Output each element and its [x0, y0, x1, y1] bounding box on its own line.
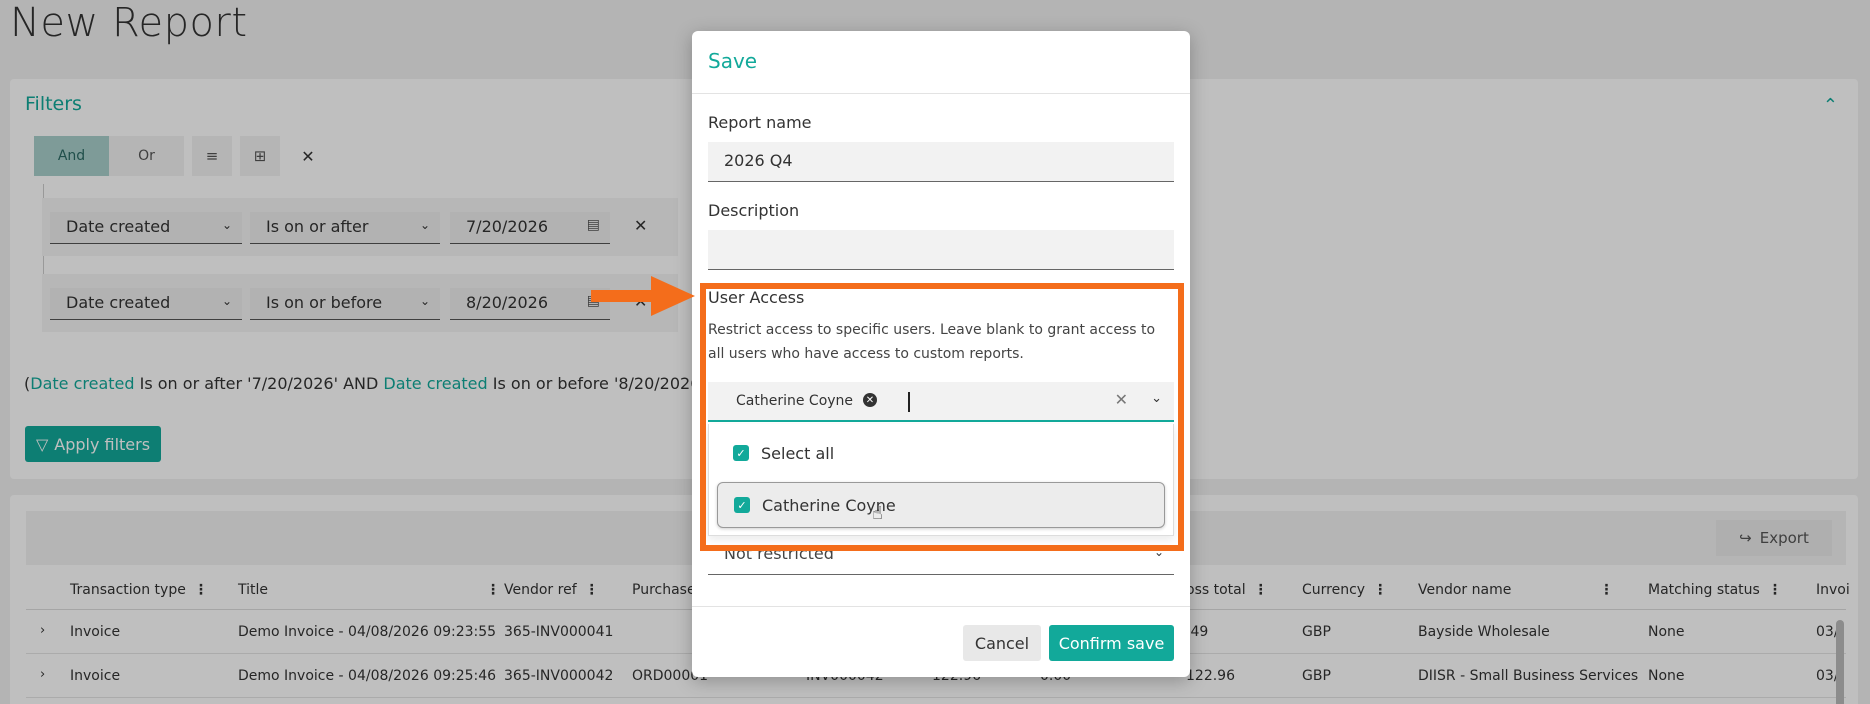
- dialog-title: Save: [692, 31, 1190, 94]
- report-name-input[interactable]: 2026 Q4: [708, 142, 1174, 182]
- dialog-footer: Cancel Confirm save: [692, 606, 1190, 677]
- annotation-highlight-box: [700, 283, 1184, 551]
- cancel-button[interactable]: Cancel: [963, 625, 1041, 661]
- arrow-head: [651, 276, 695, 316]
- description-input[interactable]: [708, 230, 1174, 270]
- description-label: Description: [708, 201, 800, 220]
- annotation-arrow-icon: [591, 276, 695, 316]
- confirm-save-button[interactable]: Confirm save: [1049, 625, 1174, 661]
- arrow-shaft: [591, 290, 653, 302]
- report-name-label: Report name: [708, 113, 812, 132]
